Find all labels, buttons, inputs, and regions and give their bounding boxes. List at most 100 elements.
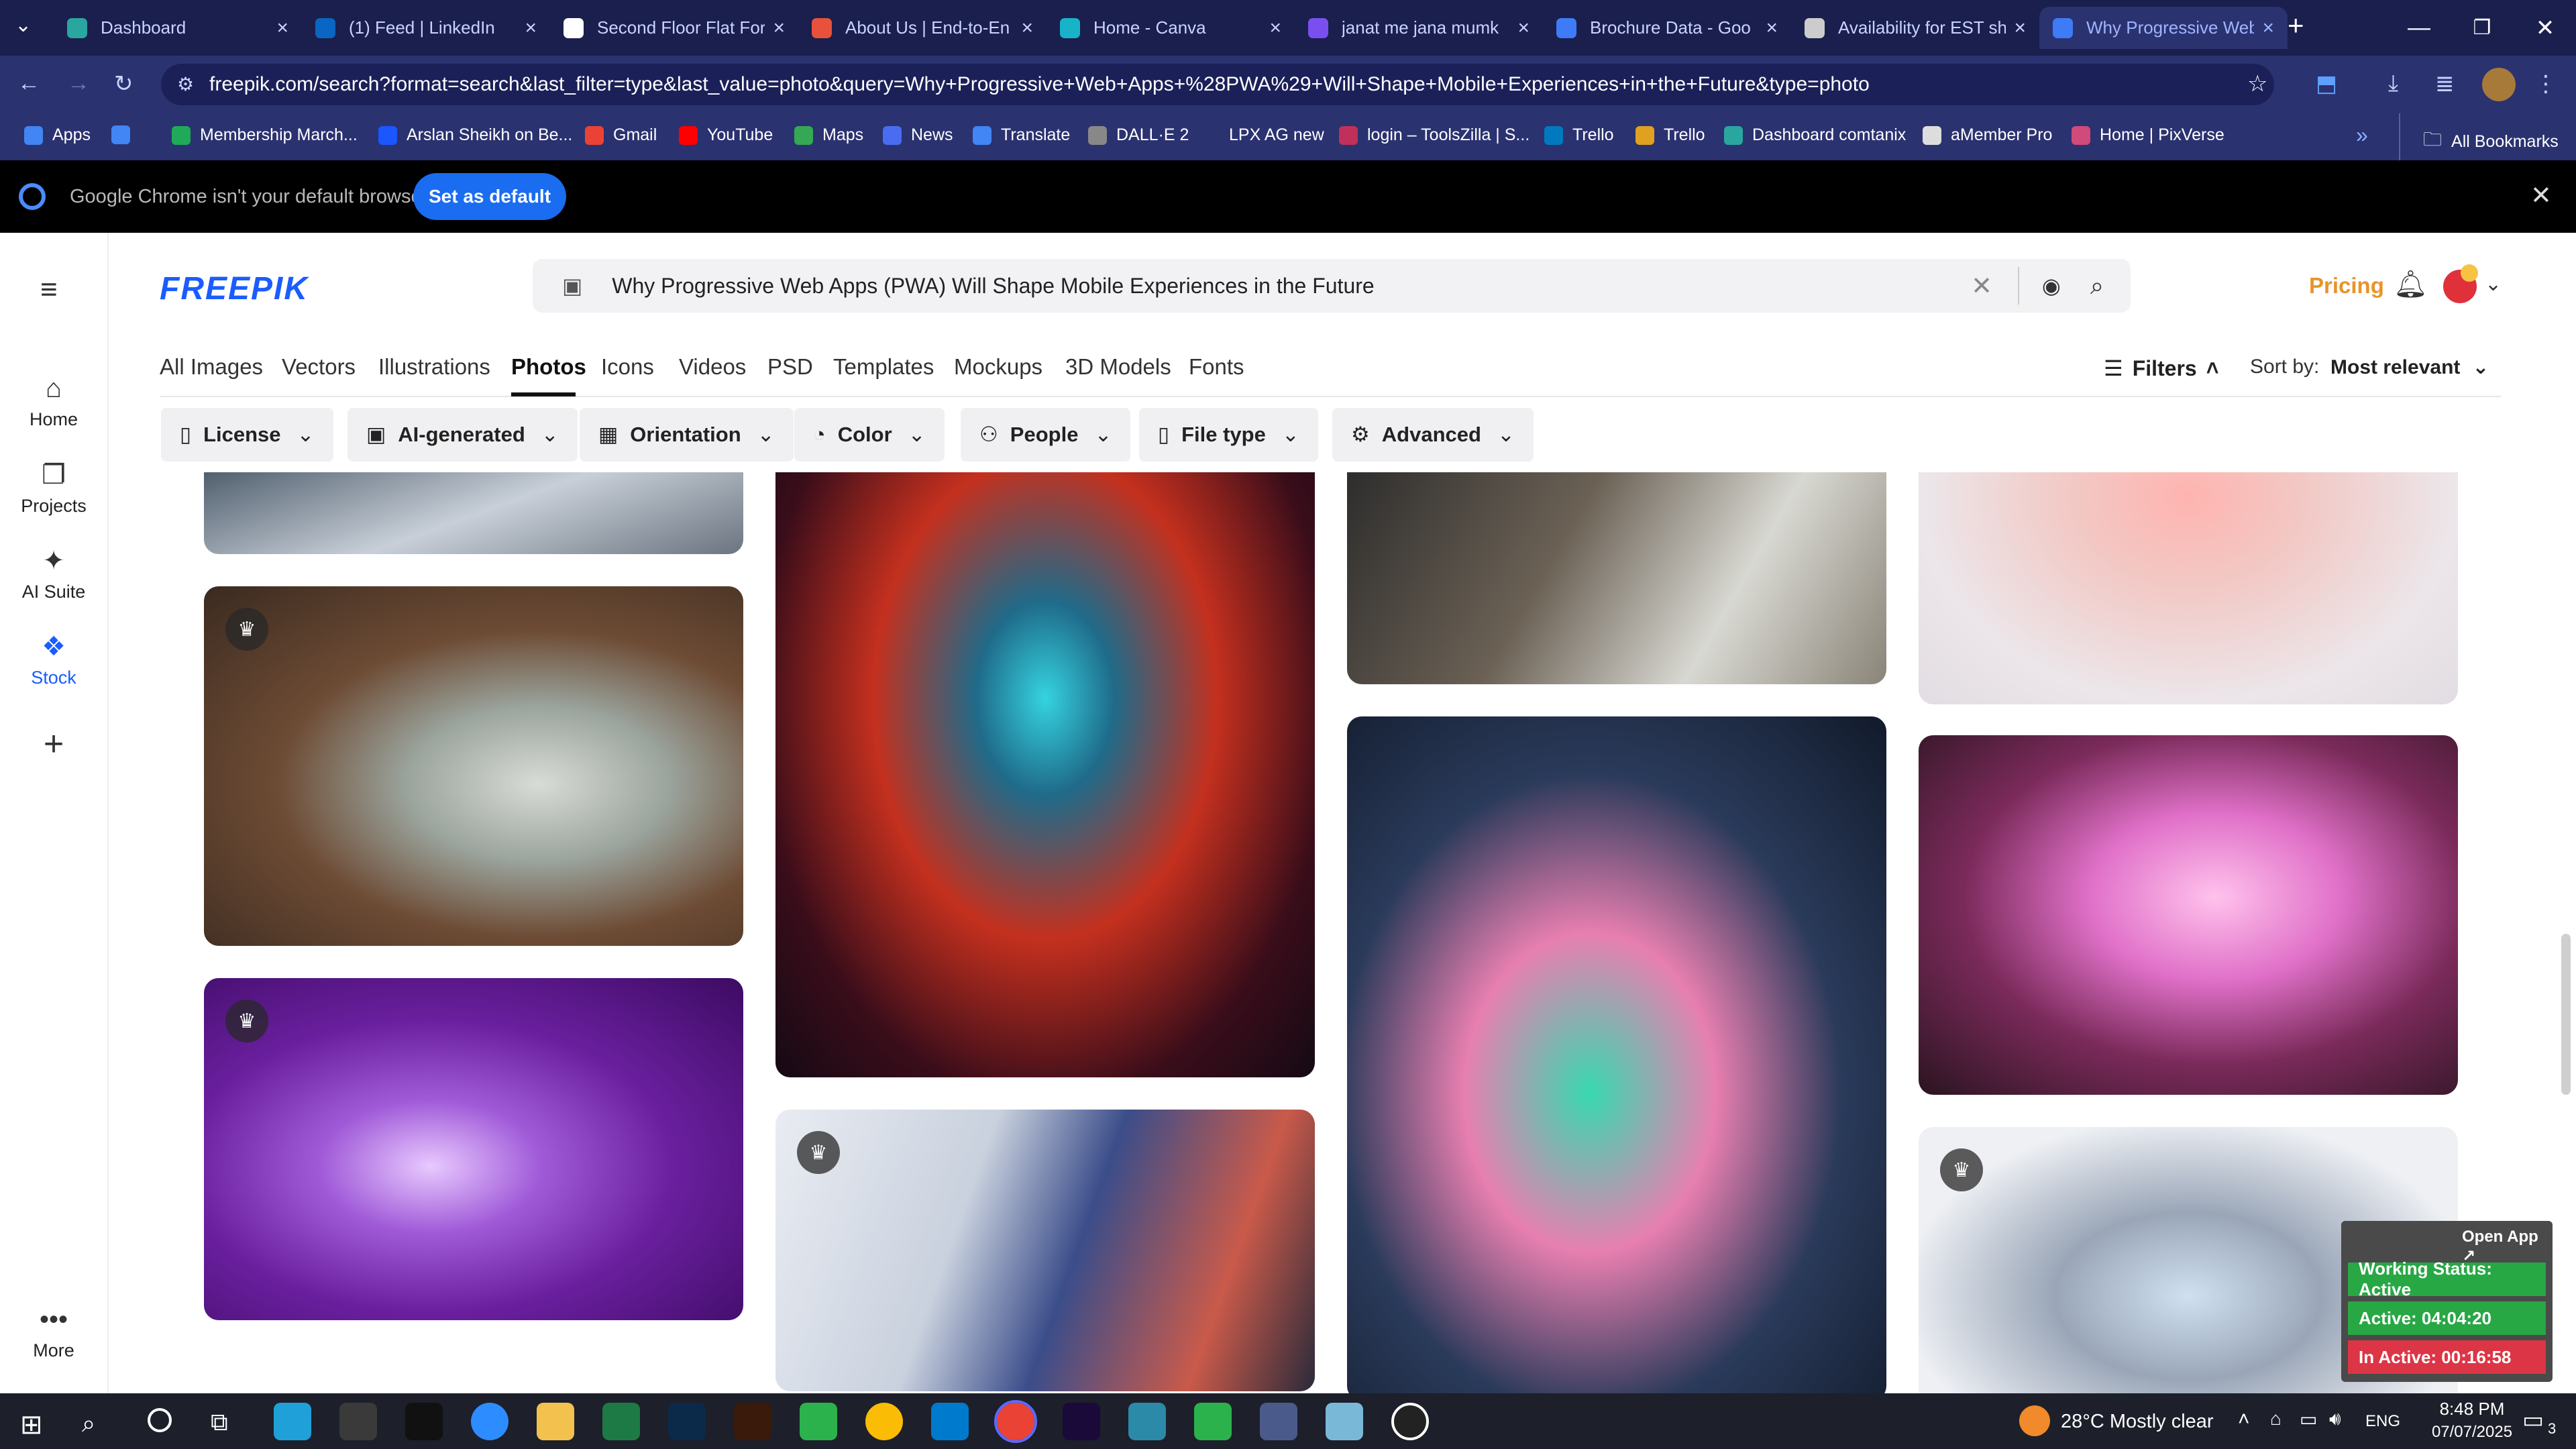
bookmark-item[interactable]: Translate [973,125,1070,145]
sidebar-item-home[interactable]: ⌂ Home [0,374,107,430]
tab-3d-models[interactable]: 3D Models [1065,354,1171,380]
filter-file-type[interactable]: ▯ File type ⌄ [1139,408,1318,462]
close-window-icon[interactable]: ✕ [2514,0,2576,56]
task-view-icon[interactable]: ⧉ [211,1408,228,1437]
excel-icon[interactable] [602,1403,640,1440]
filter-color[interactable]: ◔ Color ⌄ [794,408,945,462]
hamburger-menu-icon[interactable]: ≡ [40,273,58,307]
tab-close-icon[interactable]: × [1766,17,1778,40]
menu-icon[interactable]: ⋮ [2534,70,2557,97]
image-card[interactable] [1347,716,1886,1393]
new-tab-button[interactable]: + [2288,9,2304,42]
zoom-icon[interactable] [471,1403,508,1440]
media-icon[interactable]: ≣ [2435,70,2455,97]
browser-tab[interactable]: Availability for EST sh × [1791,7,2039,49]
bookmark-item[interactable]: Trello [1544,125,1614,145]
vscode-icon[interactable] [931,1403,969,1440]
media-player-icon[interactable] [1391,1403,1429,1440]
bookmark-item[interactable]: Membership March... [172,125,358,145]
browser-tab[interactable]: Second Floor Flat For × [550,7,798,49]
tab-psd[interactable]: PSD [767,354,813,380]
volume-icon[interactable]: 🔊︎ [2329,1408,2341,1430]
tab-close-icon[interactable]: × [1517,17,1529,40]
tab-videos[interactable]: Videos [679,354,746,380]
sidebar-item-stock[interactable]: ❖ Stock [0,631,107,688]
filter-license[interactable]: ▯ License ⌄ [161,408,333,462]
restore-icon[interactable]: ❐ [2451,0,2513,56]
sidebar-item-more[interactable]: ••• More [0,1305,107,1361]
freepik-logo[interactable]: FREEPIK [160,270,309,307]
tab-close-icon[interactable]: × [1021,17,1033,40]
filters-toggle[interactable]: ☰ Filters ˄ [2104,356,2218,381]
browser-tab[interactable]: About Us | End-to-En × [798,7,1046,49]
tab-close-icon[interactable]: × [276,17,288,40]
user-avatar[interactable] [2443,264,2478,303]
bookmark-item[interactable]: Dashboard comtanix [1724,125,1906,145]
reload-icon[interactable]: ↻ [114,70,133,97]
tab-mockups[interactable]: Mockups [954,354,1042,380]
bookmark-item[interactable]: News [883,125,953,145]
account-chevron-down-icon[interactable]: ⌄ [2485,272,2502,296]
terminal-icon[interactable] [405,1403,443,1440]
pricing-link[interactable]: Pricing [2309,273,2384,299]
search-icon[interactable]: ⌕ [82,1409,95,1438]
chrome-icon[interactable] [865,1403,903,1440]
minimize-icon[interactable]: — [2388,0,2450,56]
filter-advanced[interactable]: ⚙ Advanced ⌄ [1332,408,1534,462]
browser-tab[interactable]: (1) Feed | LinkedIn × [302,7,550,49]
notepad-icon[interactable] [1326,1403,1363,1440]
app-icon[interactable] [1128,1403,1166,1440]
tab-icons[interactable]: Icons [601,354,654,380]
download-icon[interactable]: ⤓ [2388,70,2398,97]
bookmark-item[interactable]: DALL·E 2 [1088,125,1189,145]
cortana-icon[interactable] [148,1408,172,1432]
page-scrollbar-thumb[interactable] [2561,934,2571,1095]
bookmark-item[interactable] [111,125,140,144]
bookmark-item[interactable]: YouTube [679,125,773,145]
weather-text[interactable]: 28°C Mostly clear [2061,1411,2214,1433]
more-bookmarks-icon[interactable]: » [2356,123,2368,148]
image-card[interactable]: ♛ [204,586,743,946]
extension-icon[interactable]: ⬒ [2316,70,2337,97]
tab-close-icon[interactable]: × [773,17,785,40]
filter-people[interactable]: ⚇ People ⌄ [961,408,1131,462]
forward-icon[interactable]: → [67,70,90,97]
tab-fonts[interactable]: Fonts [1189,354,1244,380]
browser-tab[interactable]: janat me jana mumk × [1295,7,1543,49]
site-info-icon[interactable]: ⚙ [177,73,194,95]
calculator-icon[interactable] [1260,1403,1297,1440]
tab-vectors[interactable]: Vectors [282,354,356,380]
all-bookmarks-folder[interactable]: 🗀 All Bookmarks [2423,125,2559,158]
chrome-active-icon[interactable] [994,1400,1037,1443]
meet-icon[interactable]: ⌂ [2270,1408,2282,1430]
search-bar[interactable]: ▣ Why Progressive Web Apps (PWA) Will Sh… [533,259,2131,313]
browser-tab[interactable]: Brochure Data - Goo × [1543,7,1791,49]
bookmark-item[interactable]: aMember Pro [1923,125,2052,145]
notification-center-icon[interactable]: ▭ [2522,1407,2544,1434]
bookmark-item[interactable]: login – ToolsZilla | S... [1339,125,1529,145]
tab-search-icon[interactable]: ⌄ [15,13,32,37]
image-card[interactable]: ♛ [204,978,743,1320]
illustrator-icon[interactable] [734,1403,771,1440]
browser-tab-active[interactable]: Why Progressive Web × [2039,7,2288,49]
image-card[interactable] [1919,735,2458,1095]
sidebar-item-ai-suite[interactable]: ✦ AI Suite [0,545,107,602]
tab-illustrations[interactable]: Illustrations [378,354,490,380]
windows-start-icon[interactable]: ⊞ [20,1409,43,1440]
camera-search-icon[interactable]: ◉ [2042,273,2061,299]
premiere-icon[interactable] [1063,1403,1100,1440]
bookmark-item[interactable]: Arslan Sheikh on Be... [378,125,572,145]
browser-tab[interactable]: Home - Canva × [1046,7,1295,49]
bookmark-item[interactable]: Home | PixVerse [2072,125,2224,145]
search-input[interactable]: Why Progressive Web Apps (PWA) Will Shap… [612,274,1971,299]
search-icon[interactable]: ⌕ [2090,272,2104,301]
clock-date[interactable]: 07/07/2025 [2422,1423,2522,1442]
bookmark-item[interactable]: Trello [1635,125,1705,145]
photoshop-icon[interactable] [668,1403,706,1440]
bookmark-item[interactable]: LPX AG new [1201,125,1324,145]
edge-icon[interactable] [274,1403,311,1440]
bookmark-item[interactable]: Apps [24,125,91,145]
tab-photos[interactable]: Photos [511,354,586,380]
address-bar[interactable]: ⚙ freepik.com/search?format=search&last_… [161,64,2274,105]
image-card[interactable]: ♛ [775,1110,1315,1391]
